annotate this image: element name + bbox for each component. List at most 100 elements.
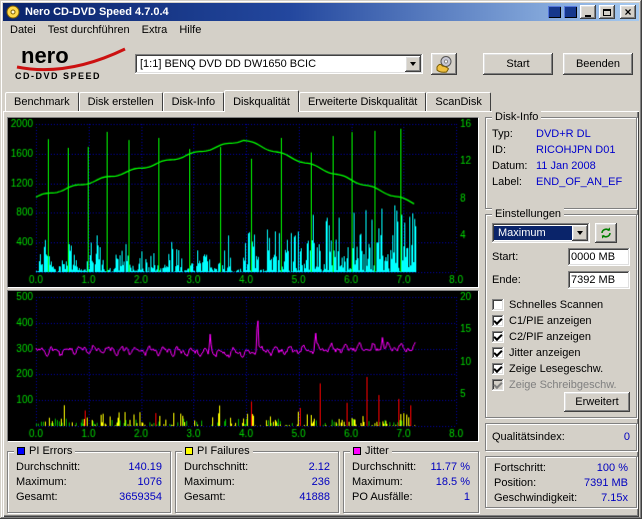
checkbox-c1-pie-anzeigen[interactable]: C1/PIE anzeigen — [492, 313, 630, 328]
quality-index-label: Qualitätsindex: — [492, 431, 624, 443]
checkbox-zeige-lesegeschw[interactable]: Zeige Lesegeschw. — [492, 361, 630, 376]
app-icon — [6, 5, 20, 19]
pi-errors-swatch — [17, 447, 25, 455]
jitter-swatch — [353, 447, 361, 455]
stat-row: Durchschnitt:140.19 — [14, 460, 164, 475]
checkbox-icon — [492, 379, 504, 391]
disk-date-row: Datum:11 Jan 2008 — [492, 158, 630, 174]
charts-column: PI Errors Durchschnitt:140.19 Maximum:10… — [7, 117, 479, 513]
toolbar: nero CD-DVD SPEED [1:1] BENQ DVD DD DW16… — [3, 39, 639, 89]
position-row: Position:7391 MB — [492, 476, 630, 491]
menu-extra[interactable]: Extra — [136, 22, 174, 38]
maximize-button[interactable] — [599, 5, 615, 19]
titlebar-extra-icon-1[interactable] — [548, 6, 561, 18]
disk-label-row: Label:END_OF_AN_EF — [492, 174, 630, 190]
pi-errors-box: PI Errors Durchschnitt:140.19 Maximum:10… — [7, 451, 171, 513]
progress-row: Fortschritt:100 % — [492, 461, 630, 476]
tab-erweiterte-diskqualitaet[interactable]: Erweiterte Diskqualität — [299, 92, 426, 111]
disk-eject-button[interactable] — [431, 53, 457, 75]
disk-type-row: Typ:DVD+R DL — [492, 126, 630, 142]
pi-failures-swatch — [185, 447, 193, 455]
stats-row: PI Errors Durchschnitt:140.19 Maximum:10… — [7, 451, 479, 513]
checkbox-icon — [492, 347, 504, 359]
stat-row: Maximum:18.5 % — [350, 475, 472, 490]
tab-benchmark[interactable]: Benchmark — [5, 92, 79, 111]
pif-jitter-chart — [7, 290, 479, 441]
checkbox-group: Schnelles Scannen C1/PIE anzeigen C2/PIF… — [492, 296, 630, 392]
checkbox-icon — [492, 315, 504, 327]
pi-errors-title: PI Errors — [29, 445, 72, 458]
chevron-down-icon[interactable] — [405, 56, 421, 72]
close-icon — [624, 3, 631, 21]
close-button[interactable] — [620, 5, 636, 19]
quality-index-value: 0 — [624, 431, 630, 443]
stat-row: Gesamt:3659354 — [14, 490, 164, 505]
tabstrip: Benchmark Disk erstellen Disk-Info Diskq… — [3, 89, 639, 111]
checkbox-icon — [492, 331, 504, 343]
checkbox-c2-pif-anzeigen[interactable]: C2/PIF anzeigen — [492, 329, 630, 344]
start-row: Start: — [492, 248, 630, 266]
jitter-title: Jitter — [365, 445, 389, 458]
menubar: Datei Test durchführen Extra Hilfe — [3, 21, 639, 39]
stat-row: Gesamt:41888 — [182, 490, 332, 505]
checkbox-icon — [492, 363, 504, 375]
stat-row: Durchschnitt:2.12 — [182, 460, 332, 475]
drive-select-value: [1:1] BENQ DVD DD DW1650 BCIC — [140, 58, 316, 70]
settings-legend: Einstellungen — [492, 208, 564, 221]
start-label: Start: — [492, 251, 568, 263]
logo-text-nero: nero — [21, 43, 69, 68]
start-input[interactable] — [568, 248, 630, 266]
titlebar: Nero CD-DVD Speed 4.7.0.4 — [3, 3, 639, 21]
titlebar-extra-icon-2[interactable] — [564, 6, 577, 18]
checkbox-jitter-anzeigen[interactable]: Jitter anzeigen — [492, 345, 630, 360]
quit-button[interactable]: Beenden — [563, 53, 633, 75]
scan-status-box: Fortschritt:100 % Position:7391 MB Gesch… — [485, 456, 637, 508]
refresh-icon — [599, 226, 613, 240]
tab-diskqualitaet[interactable]: Diskqualität — [224, 90, 299, 112]
checkbox-zeige-schreibgeschw: Zeige Schreibgeschw. — [492, 377, 630, 392]
speed-mode-value: Maximum — [494, 226, 572, 240]
minimize-icon — [585, 15, 591, 17]
start-button[interactable]: Start — [483, 53, 553, 75]
maximize-icon — [603, 9, 611, 16]
settings-box: Einstellungen Maximum — [485, 214, 637, 418]
app-window: Nero CD-DVD Speed 4.7.0.4 Datei Test dur… — [0, 0, 642, 519]
nero-logo: nero CD-DVD SPEED — [7, 42, 135, 87]
chevron-down-icon[interactable] — [572, 225, 588, 241]
diskqualitaet-page: PI Errors Durchschnitt:140.19 Maximum:10… — [3, 111, 639, 517]
checkbox-icon — [492, 299, 504, 311]
stat-row: Maximum:236 — [182, 475, 332, 490]
speed-mode-select[interactable]: Maximum — [492, 223, 590, 243]
quality-index-box: Qualitätsindex: 0 — [485, 423, 637, 451]
disk-info-legend: Disk-Info — [492, 111, 541, 124]
logo-text-speed: CD-DVD SPEED — [15, 71, 101, 81]
drive-select[interactable]: [1:1] BENQ DVD DD DW1650 BCIC — [135, 54, 423, 74]
window-title: Nero CD-DVD Speed 4.7.0.4 — [23, 6, 545, 18]
disk-id-row: ID:RICOHJPN D01 — [492, 142, 630, 158]
menu-datei[interactable]: Datei — [4, 22, 42, 38]
disk-info-box: Disk-Info Typ:DVD+R DL ID:RICOHJPN D01 D… — [485, 117, 637, 209]
tab-disk-erstellen[interactable]: Disk erstellen — [79, 92, 163, 111]
tab-disk-info[interactable]: Disk-Info — [163, 92, 224, 111]
stat-row: Durchschnitt:11.77 % — [350, 460, 472, 475]
end-input[interactable] — [568, 271, 630, 289]
menu-hilfe[interactable]: Hilfe — [173, 22, 207, 38]
menu-test-durchfuehren[interactable]: Test durchführen — [42, 22, 136, 38]
end-row: Ende: — [492, 271, 630, 289]
stat-row: Maximum:1076 — [14, 475, 164, 490]
speed-row: Geschwindigkeit:7.15x — [492, 491, 630, 506]
hand-disc-icon — [435, 55, 453, 73]
pi-failures-box: PI Failures Durchschnitt:2.12 Maximum:23… — [175, 451, 339, 513]
tab-scandisk[interactable]: ScanDisk — [426, 92, 490, 111]
speed-mode-row: Maximum — [492, 223, 630, 243]
jitter-box: Jitter Durchschnitt:11.77 % Maximum:18.5… — [343, 451, 479, 513]
stat-row: PO Ausfälle:1 — [350, 490, 472, 505]
minimize-button[interactable] — [580, 5, 596, 19]
pi-failures-title: PI Failures — [197, 445, 250, 458]
end-label: Ende: — [492, 274, 568, 286]
pi-errors-chart — [7, 117, 479, 288]
refresh-button[interactable] — [595, 223, 617, 243]
sidebar: Disk-Info Typ:DVD+R DL ID:RICOHJPN D01 D… — [485, 117, 637, 513]
advanced-button[interactable]: Erweitert — [564, 392, 630, 412]
checkbox-schnelles-scannen[interactable]: Schnelles Scannen — [492, 297, 630, 312]
